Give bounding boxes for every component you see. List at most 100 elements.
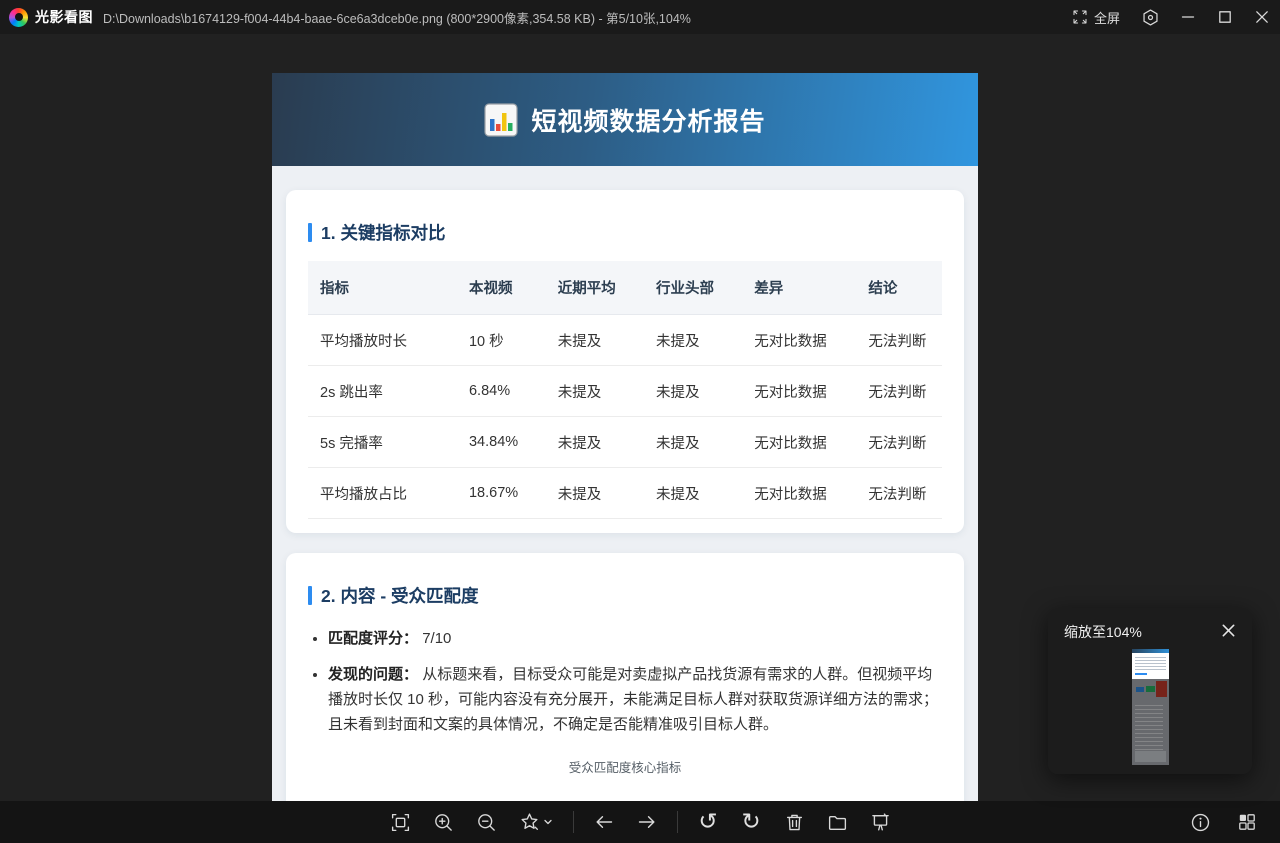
rotate-right-button[interactable]: ↻ [738,801,764,843]
toolbar-divider [573,811,574,833]
cell: 无法判断 [856,467,942,519]
toolbar-right-group [1187,801,1260,843]
chevron-down-icon [544,819,552,825]
delete-button[interactable] [781,801,807,843]
folder-icon [828,815,846,830]
cell: 无对比数据 [742,416,857,468]
heading-accent-bar [308,586,312,605]
cell: 无法判断 [856,416,942,468]
table-row: 2s 跳出率 6.84% 未提及 未提及 无对比数据 无法判断 [308,365,942,417]
minimize-icon [1181,16,1194,18]
cell: 无法判断 [856,314,942,366]
table-row: 平均播放占比 18.67% 未提及 未提及 无对比数据 无法判断 [308,467,942,519]
bullet-label: 匹配度评分： [328,630,419,647]
fullscreen-button[interactable]: 全屏 [1060,0,1132,34]
previous-image-button[interactable] [591,801,617,843]
minimize-button[interactable] [1169,0,1206,34]
rotate-left-button[interactable]: ↺ [695,801,721,843]
col-header: 近期平均 [545,261,644,315]
rotate-left-icon: ↺ [698,808,718,835]
photo-viewer-app: 光影看图 D:\Downloads\b1674129-f004-44b4-baa… [0,0,1280,843]
cell: 未提及 [644,314,743,366]
image-thumbnail[interactable] [1132,649,1169,765]
section2-heading: 2. 内容 - 受众匹配度 [308,583,942,608]
table-row: 5s 完播率 34.84% 未提及 未提及 无对比数据 无法判断 [308,416,942,468]
col-header: 指标 [308,261,457,315]
cell: 未提及 [644,365,743,417]
fit-to-screen-button[interactable] [387,801,413,843]
slideshow-button[interactable] [867,801,893,843]
app-name: 光影看图 [35,9,93,25]
close-icon [1222,624,1235,637]
zoom-out-icon [477,813,495,831]
table-row: 平均播放时长 10 秒 未提及 未提及 无对比数据 无法判断 [308,314,942,366]
cell: 未提及 [644,416,743,468]
settings-icon [1143,8,1158,26]
zoom-out-button[interactable] [473,801,499,843]
titlebar: 光影看图 D:\Downloads\b1674129-f004-44b4-baa… [0,0,1280,34]
browse-grid-button[interactable] [1234,801,1260,843]
cell: 6.84% [456,365,546,417]
app-logo-icon [9,7,28,27]
smart-enhance-button[interactable] [516,801,556,843]
section-audience-match: 2. 内容 - 受众匹配度 匹配度评分： 7/10 发现的问题： 从标题来看，目… [286,553,964,801]
cell: 无对比数据 [742,365,857,417]
bullet-text: 7/10 [422,630,452,647]
zoom-in-button[interactable] [430,801,456,843]
col-header: 行业头部 [644,261,743,315]
toolbar: ↺ ↻ [0,801,1280,843]
cell: 平均播放时长 [308,314,457,366]
cell: 未提及 [545,467,644,519]
cell: 未提及 [545,314,644,366]
section1-heading-text: 1. 关键指标对比 [321,223,446,243]
report-body: 1. 关键指标对比 指标 本视频 近期平均 行业头部 差异 结论 平均播放时长 … [272,166,978,801]
arrow-right-icon [638,816,655,828]
table-header-row: 指标 本视频 近期平均 行业头部 差异 结论 [308,261,942,315]
zoom-level-text: 缩放至104% [1064,624,1142,640]
cell: 无法判断 [856,365,942,417]
rotate-right-icon: ↻ [741,808,761,835]
heading-accent-bar [308,223,312,242]
thumbnail-accent-line [1135,673,1147,675]
thumbnail-viewport[interactable] [1132,649,1169,679]
toolbar-divider [677,811,678,833]
bullet-list: 匹配度评分： 7/10 发现的问题： 从标题来看，目标受众可能是对卖虚拟产品找货… [328,626,942,737]
slideshow-icon [871,812,889,831]
open-folder-button[interactable] [824,801,850,843]
cell: 未提及 [545,416,644,468]
list-item: 发现的问题： 从标题来看，目标受众可能是对卖虚拟产品找货源有需求的人群。但视频平… [328,662,942,737]
file-info-text: D:\Downloads\b1674129-f004-44b4-baae-6ce… [103,11,691,26]
cell: 平均播放占比 [308,467,457,519]
cell: 34.84% [456,416,546,468]
info-button[interactable] [1187,801,1213,843]
col-header: 本视频 [456,261,546,315]
report-header: 短视频数据分析报告 [272,73,978,166]
bar-chart-icon [484,102,519,137]
grid-icon [1239,814,1255,830]
chart-caption: 受众匹配度核心指标 [568,761,682,775]
cell: 无对比数据 [742,467,857,519]
arrow-left-icon [596,816,613,828]
fit-to-screen-icon [391,813,409,831]
maximize-button[interactable] [1206,0,1243,34]
cell: 5s 完播率 [308,416,457,468]
close-button[interactable] [1243,0,1280,34]
magic-star-icon [521,812,539,830]
section2-heading-text: 2. 内容 - 受众匹配度 [321,586,479,606]
cell: 18.67% [456,467,546,519]
cell: 2s 跳出率 [308,365,457,417]
cell: 10 秒 [456,314,546,366]
settings-button[interactable] [1132,0,1169,34]
titlebar-controls: 全屏 [1060,0,1280,34]
trash-icon [786,814,802,830]
fullscreen-label: 全屏 [1093,10,1120,26]
titlebar-left: 光影看图 D:\Downloads\b1674129-f004-44b4-baa… [0,7,691,27]
next-image-button[interactable] [634,801,660,843]
thumbnail-table-lines [1135,657,1166,670]
zoom-popup-header: 缩放至104% [1048,608,1252,643]
viewed-image[interactable]: 短视频数据分析报告 1. 关键指标对比 指标 本视频 近期平均 行业头部 差异 … [272,73,978,801]
fullscreen-icon [1073,10,1087,24]
popup-close-button[interactable] [1219,621,1238,643]
maximize-icon [1218,11,1231,23]
thumbnail-header-strip [1132,649,1169,653]
